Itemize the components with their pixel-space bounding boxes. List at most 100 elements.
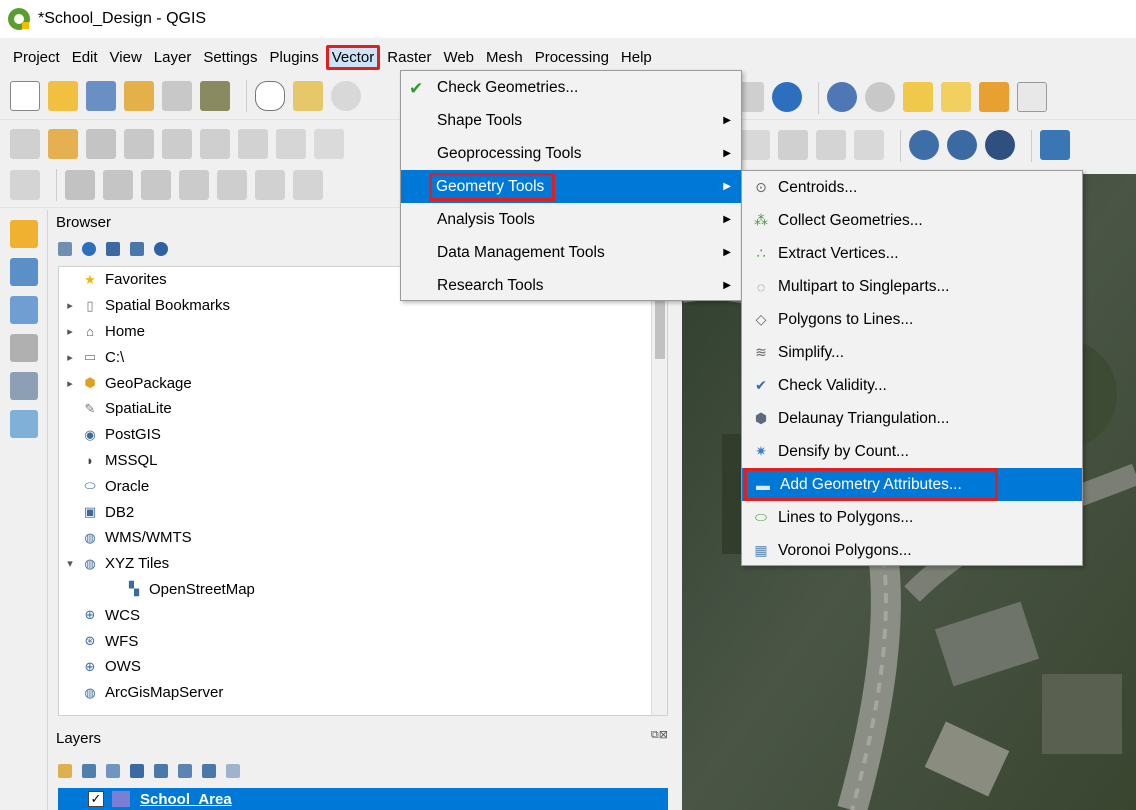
- menu-settings[interactable]: Settings: [198, 46, 262, 69]
- properties-icon[interactable]: [154, 242, 168, 256]
- browser-item-mssql[interactable]: ◗ MSSQL: [59, 448, 667, 474]
- pan-hand-icon[interactable]: [255, 80, 285, 111]
- menu-mesh[interactable]: Mesh: [481, 46, 528, 69]
- expand-arrow-icon[interactable]: ▸: [63, 351, 77, 364]
- select-features-icon[interactable]: [903, 82, 933, 112]
- submenu-item-delaunay-triangulation[interactable]: ⬢ Delaunay Triangulation...: [742, 402, 1082, 435]
- menu-project[interactable]: Project: [8, 46, 65, 69]
- cut-features-icon[interactable]: [276, 128, 306, 159]
- save-project-icon[interactable]: [86, 80, 116, 111]
- deselect-icon[interactable]: [979, 82, 1009, 112]
- menu-web[interactable]: Web: [438, 46, 479, 69]
- new-map-view-icon[interactable]: [740, 82, 764, 112]
- submenu-item-simplify[interactable]: ≋ Simplify...: [742, 336, 1082, 369]
- copy-features-icon[interactable]: [314, 128, 344, 159]
- add-delimited-text-icon[interactable]: [10, 372, 38, 400]
- add-ring-icon[interactable]: [141, 169, 171, 200]
- panel-float-close-icon[interactable]: ⧉⊠: [651, 728, 668, 742]
- save-edits-icon[interactable]: [86, 128, 116, 159]
- menu-vector[interactable]: Vector: [325, 44, 381, 70]
- open-project-icon[interactable]: [48, 80, 78, 111]
- expand-arrow-icon[interactable]: ▸: [63, 377, 77, 390]
- menu-view[interactable]: View: [105, 46, 147, 69]
- digitize-shape-icon[interactable]: [10, 169, 40, 200]
- add-vector-icon[interactable]: [10, 296, 38, 324]
- submenu-item-add-geometry-attributes[interactable]: ▬ Add Geometry Attributes...: [744, 468, 998, 501]
- add-layer-icon[interactable]: [10, 220, 38, 248]
- style-manager-icon[interactable]: [200, 80, 230, 111]
- delete-ring-icon[interactable]: [255, 169, 285, 200]
- web-plugin-2-icon[interactable]: [947, 130, 977, 160]
- collapse-all-icon[interactable]: [130, 242, 144, 256]
- new-print-layout-icon[interactable]: [124, 80, 154, 111]
- layout-manager-icon[interactable]: [162, 80, 192, 111]
- menu-item-data-management-tools[interactable]: Data Management Tools ▶: [401, 236, 741, 269]
- manage-map-themes-icon[interactable]: [106, 764, 120, 778]
- vertex-tool-icon[interactable]: [162, 128, 192, 159]
- menu-processing[interactable]: Processing: [530, 46, 614, 69]
- browser-item-postgis[interactable]: ◉ PostGIS: [59, 422, 667, 448]
- browser-item-c[interactable]: ▸ ▭ C:\: [59, 344, 667, 370]
- menu-edit[interactable]: Edit: [67, 46, 103, 69]
- simplify-feature-icon[interactable]: [103, 169, 133, 200]
- browser-item-openstreetmap[interactable]: ▚ OpenStreetMap: [59, 577, 667, 603]
- add-feature-icon[interactable]: [124, 128, 154, 159]
- menu-item-shape-tools[interactable]: Shape Tools ▶: [401, 104, 741, 137]
- add-part-icon[interactable]: [179, 169, 209, 200]
- open-layer-styling-icon[interactable]: [58, 764, 72, 778]
- remove-layer-icon[interactable]: [226, 764, 240, 778]
- show-hide-labels-icon[interactable]: [816, 130, 846, 160]
- layer-item-school-area[interactable]: ✓ School_Area: [58, 788, 668, 810]
- submenu-item-extract-vertices[interactable]: ∴ Extract Vertices...: [742, 237, 1082, 270]
- move-label-icon[interactable]: [854, 130, 884, 160]
- menu-plugins[interactable]: Plugins: [265, 46, 324, 69]
- add-virtual-layer-icon[interactable]: [10, 410, 38, 438]
- collapse-all-icon[interactable]: [202, 764, 216, 778]
- rotate-feature-icon[interactable]: [65, 169, 95, 200]
- refresh-icon[interactable]: [772, 82, 802, 112]
- layer-visibility-checkbox[interactable]: ✓: [88, 791, 104, 807]
- filter-icon[interactable]: [106, 242, 120, 256]
- submenu-item-voronoi-polygons[interactable]: ▦ Voronoi Polygons...: [742, 534, 1082, 567]
- menu-item-analysis-tools[interactable]: Analysis Tools ▶: [401, 203, 741, 236]
- expand-arrow-icon[interactable]: ▸: [63, 325, 77, 338]
- expand-arrow-icon[interactable]: ▸: [63, 299, 77, 312]
- menu-raster[interactable]: Raster: [382, 46, 436, 69]
- expand-arrow-icon[interactable]: ▾: [63, 557, 77, 570]
- submenu-item-check-validity[interactable]: ✔ Check Validity...: [742, 369, 1082, 402]
- browser-item-spatialite[interactable]: ✎ SpatiaLite: [59, 396, 667, 422]
- modify-attributes-icon[interactable]: [200, 128, 230, 159]
- python-console-icon[interactable]: [1040, 130, 1070, 160]
- new-project-icon[interactable]: [10, 80, 40, 111]
- web-plugin-3-icon[interactable]: [985, 130, 1015, 160]
- browser-item-wfs[interactable]: ⊛ WFS: [59, 628, 667, 654]
- refresh-icon[interactable]: [82, 242, 96, 256]
- browser-scrollbar[interactable]: [651, 267, 667, 715]
- fill-ring-icon[interactable]: [217, 169, 247, 200]
- browser-item-home[interactable]: ▸ ⌂ Home: [59, 319, 667, 345]
- run-feature-action-icon[interactable]: [865, 82, 895, 112]
- edits-icon[interactable]: [10, 128, 40, 159]
- add-raster-icon[interactable]: [10, 258, 38, 286]
- menu-item-geoprocessing-tools[interactable]: Geoprocessing Tools ▶: [401, 137, 741, 170]
- add-selected-layers-icon[interactable]: [58, 242, 72, 256]
- submenu-item-centroids[interactable]: ⊙ Centroids...: [742, 171, 1082, 204]
- zoom-in-icon[interactable]: [331, 80, 361, 111]
- browser-item-oracle[interactable]: ⬭ Oracle: [59, 473, 667, 499]
- browser-item-xyz-tiles[interactable]: ▾ ◍ XYZ Tiles: [59, 551, 667, 577]
- browser-item-ows[interactable]: ⊕ OWS: [59, 654, 667, 680]
- add-spatialite-icon[interactable]: [10, 334, 38, 362]
- pan-to-selection-icon[interactable]: [293, 80, 323, 111]
- delete-selected-icon[interactable]: [238, 128, 268, 159]
- identify-icon[interactable]: [827, 82, 857, 112]
- browser-item-wcs[interactable]: ⊕ WCS: [59, 602, 667, 628]
- menu-item-geometry-tools[interactable]: Geometry Tools ▶: [401, 170, 741, 203]
- filter-expression-icon[interactable]: [154, 764, 168, 778]
- menu-item-check-geometries[interactable]: ✔ Check Geometries...: [401, 71, 741, 104]
- add-group-icon[interactable]: [82, 764, 96, 778]
- browser-item-wms-wmts[interactable]: ◍ WMS/WMTS: [59, 525, 667, 551]
- submenu-item-densify-by-count[interactable]: ✷ Densify by Count...: [742, 435, 1082, 468]
- select-by-value-icon[interactable]: [941, 82, 971, 112]
- toggle-editing-icon[interactable]: [48, 128, 78, 159]
- attribute-table-icon[interactable]: [1017, 82, 1047, 112]
